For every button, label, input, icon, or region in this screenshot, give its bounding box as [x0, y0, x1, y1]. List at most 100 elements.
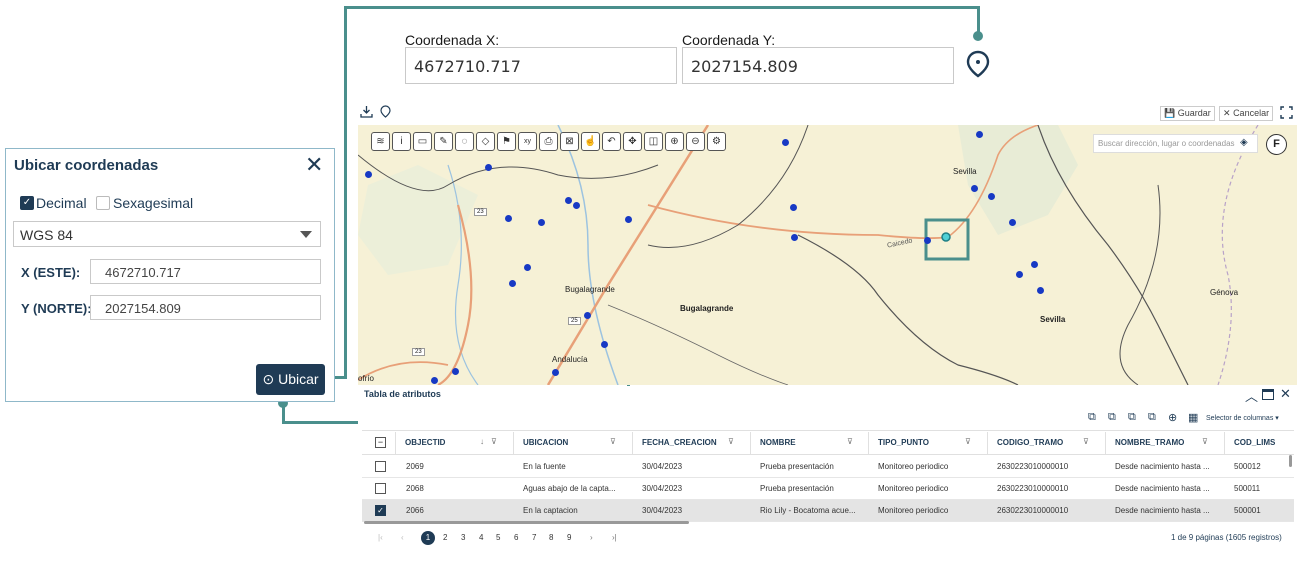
lasso-icon[interactable]: ◌ — [455, 132, 474, 151]
pan-hand-icon[interactable]: ☝ — [581, 132, 600, 151]
map-point[interactable] — [485, 164, 492, 171]
info-icon[interactable]: i — [392, 132, 411, 151]
last-page-icon[interactable]: ›| — [612, 533, 617, 542]
map-point[interactable] — [573, 202, 580, 209]
filter-icon[interactable]: ⊽ — [1202, 437, 1208, 446]
select-all-checkbox[interactable]: − — [375, 437, 386, 448]
filter-icon[interactable]: ⊽ — [728, 437, 734, 446]
map-point[interactable] — [509, 280, 516, 287]
map-off-icon[interactable]: ⊠ — [560, 132, 579, 151]
first-page-icon[interactable]: |‹ — [378, 533, 383, 542]
vertical-scrollbar[interactable] — [1289, 455, 1292, 467]
search-eye-icon[interactable]: ◈ — [1240, 137, 1248, 148]
page-number[interactable]: 5 — [496, 533, 500, 542]
next-page-icon[interactable]: › — [590, 533, 593, 542]
select-all-icon[interactable]: ⧉ — [1108, 411, 1116, 424]
col-header-nombre[interactable]: NOMBRE — [760, 438, 796, 447]
page-number[interactable]: 2 — [443, 533, 447, 542]
zoom-out-icon[interactable]: ⊖ — [686, 132, 705, 151]
map-view[interactable] — [358, 125, 1297, 385]
move-icon[interactable]: ✥ — [623, 132, 642, 151]
col-header-cod-lims[interactable]: COD_LIMS — [1234, 438, 1275, 447]
map-point[interactable] — [565, 197, 572, 204]
map-point[interactable] — [625, 216, 632, 223]
eraser-icon[interactable]: ◇ — [476, 132, 495, 151]
back-icon[interactable]: ↶ — [602, 132, 621, 151]
chevron-up-icon[interactable]: ︿ — [1245, 386, 1258, 405]
datum-select[interactable]: WGS 84 — [13, 221, 321, 247]
page-number[interactable]: 3 — [461, 533, 465, 542]
ubicar-button[interactable]: ⊙ Ubicar — [256, 364, 325, 395]
map-point[interactable] — [976, 131, 983, 138]
ruler-icon[interactable]: ▭ — [413, 132, 432, 151]
save-button[interactable]: 💾 Guardar — [1160, 106, 1215, 121]
filter-icon[interactable]: ⊽ — [965, 437, 971, 446]
zoom-in-icon[interactable]: ⊕ — [665, 132, 684, 151]
y-norte-field[interactable]: 2027154.809 — [90, 295, 321, 320]
xy-icon[interactable]: xy — [518, 132, 537, 151]
row-checkbox[interactable] — [375, 461, 386, 472]
flag-icon[interactable]: ⚑ — [497, 132, 516, 151]
cancel-button[interactable]: ✕ Cancelar — [1219, 106, 1274, 121]
map-point[interactable] — [988, 193, 995, 200]
filter-icon[interactable]: ⊽ — [491, 437, 497, 446]
map-point[interactable] — [552, 369, 559, 376]
page-number[interactable]: 9 — [567, 533, 571, 542]
page-number[interactable]: 8 — [549, 533, 553, 542]
row-checkbox[interactable] — [375, 483, 386, 494]
column-selector[interactable]: Selector de columnas ▾ — [1206, 414, 1279, 422]
map-point[interactable] — [431, 377, 438, 384]
window-icon[interactable] — [1262, 389, 1274, 400]
map-point[interactable] — [505, 215, 512, 222]
decimal-checkbox[interactable]: ✓ — [20, 196, 34, 210]
print-icon[interactable]: ⎙ — [539, 132, 558, 151]
map-point[interactable] — [924, 237, 931, 244]
clear-selection-icon[interactable]: ⧉ — [1128, 411, 1136, 424]
map-point[interactable] — [601, 341, 608, 348]
download-icon[interactable] — [360, 105, 373, 118]
map-point[interactable] — [365, 171, 372, 178]
filter-icon[interactable]: ⊽ — [610, 437, 616, 446]
coord-x-field[interactable]: 4672710.717 — [405, 47, 677, 84]
map-point[interactable] — [1009, 219, 1016, 226]
page-number[interactable]: 6 — [514, 533, 518, 542]
zoom-to-selection-icon[interactable]: ⧉ — [1088, 411, 1096, 424]
filter-icon[interactable]: ⧉ — [1148, 411, 1156, 424]
map-point[interactable] — [1037, 287, 1044, 294]
map-point[interactable] — [791, 234, 798, 241]
filter-icon[interactable]: ⊽ — [847, 437, 853, 446]
col-header-codigo-tramo[interactable]: CODIGO_TRAMO — [997, 438, 1063, 447]
zoom-in-icon[interactable]: ⊕ — [1168, 411, 1177, 424]
page-number[interactable]: 4 — [479, 533, 483, 542]
sort-icon[interactable]: ↓ — [480, 437, 484, 446]
map-pin-icon[interactable] — [380, 105, 391, 118]
col-header-tipo-punto[interactable]: TIPO_PUNTO — [878, 438, 929, 447]
page-number[interactable]: 7 — [532, 533, 536, 542]
map-point[interactable] — [538, 219, 545, 226]
map-point[interactable] — [452, 368, 459, 375]
sexagesimal-checkbox[interactable] — [96, 196, 110, 210]
map-point[interactable] — [1031, 261, 1038, 268]
settings-icon[interactable]: ⚙ — [707, 132, 726, 151]
x-este-field[interactable]: 4672710.717 — [90, 259, 321, 284]
map-point[interactable] — [971, 185, 978, 192]
close-icon[interactable]: ✕ — [305, 152, 323, 178]
horizontal-scrollbar[interactable] — [364, 521, 689, 524]
layers-icon[interactable]: ≋ — [371, 132, 390, 151]
coord-y-field[interactable]: 2027154.809 — [682, 47, 954, 84]
map-point[interactable] — [584, 312, 591, 319]
close-icon[interactable]: ✕ — [1280, 386, 1291, 402]
col-header-nombre-tramo[interactable]: NOMBRE_TRAMO — [1115, 438, 1184, 447]
f-button[interactable]: F — [1266, 134, 1287, 155]
map-search-input[interactable]: Buscar dirección, lugar o coordenadas — [1093, 134, 1258, 153]
map-point[interactable] — [782, 139, 789, 146]
col-header-fecha-creacion[interactable]: FECHA_CREACION — [642, 438, 717, 447]
map-point[interactable] — [524, 264, 531, 271]
location-pin-icon[interactable] — [966, 50, 990, 78]
columns-icon[interactable]: ▦ — [1188, 411, 1198, 424]
fullscreen-icon[interactable] — [1280, 106, 1293, 119]
prev-page-icon[interactable]: ‹ — [401, 533, 404, 542]
row-checkbox[interactable]: ✓ — [375, 505, 386, 516]
filter-icon[interactable]: ⊽ — [1083, 437, 1089, 446]
map-point[interactable] — [790, 204, 797, 211]
